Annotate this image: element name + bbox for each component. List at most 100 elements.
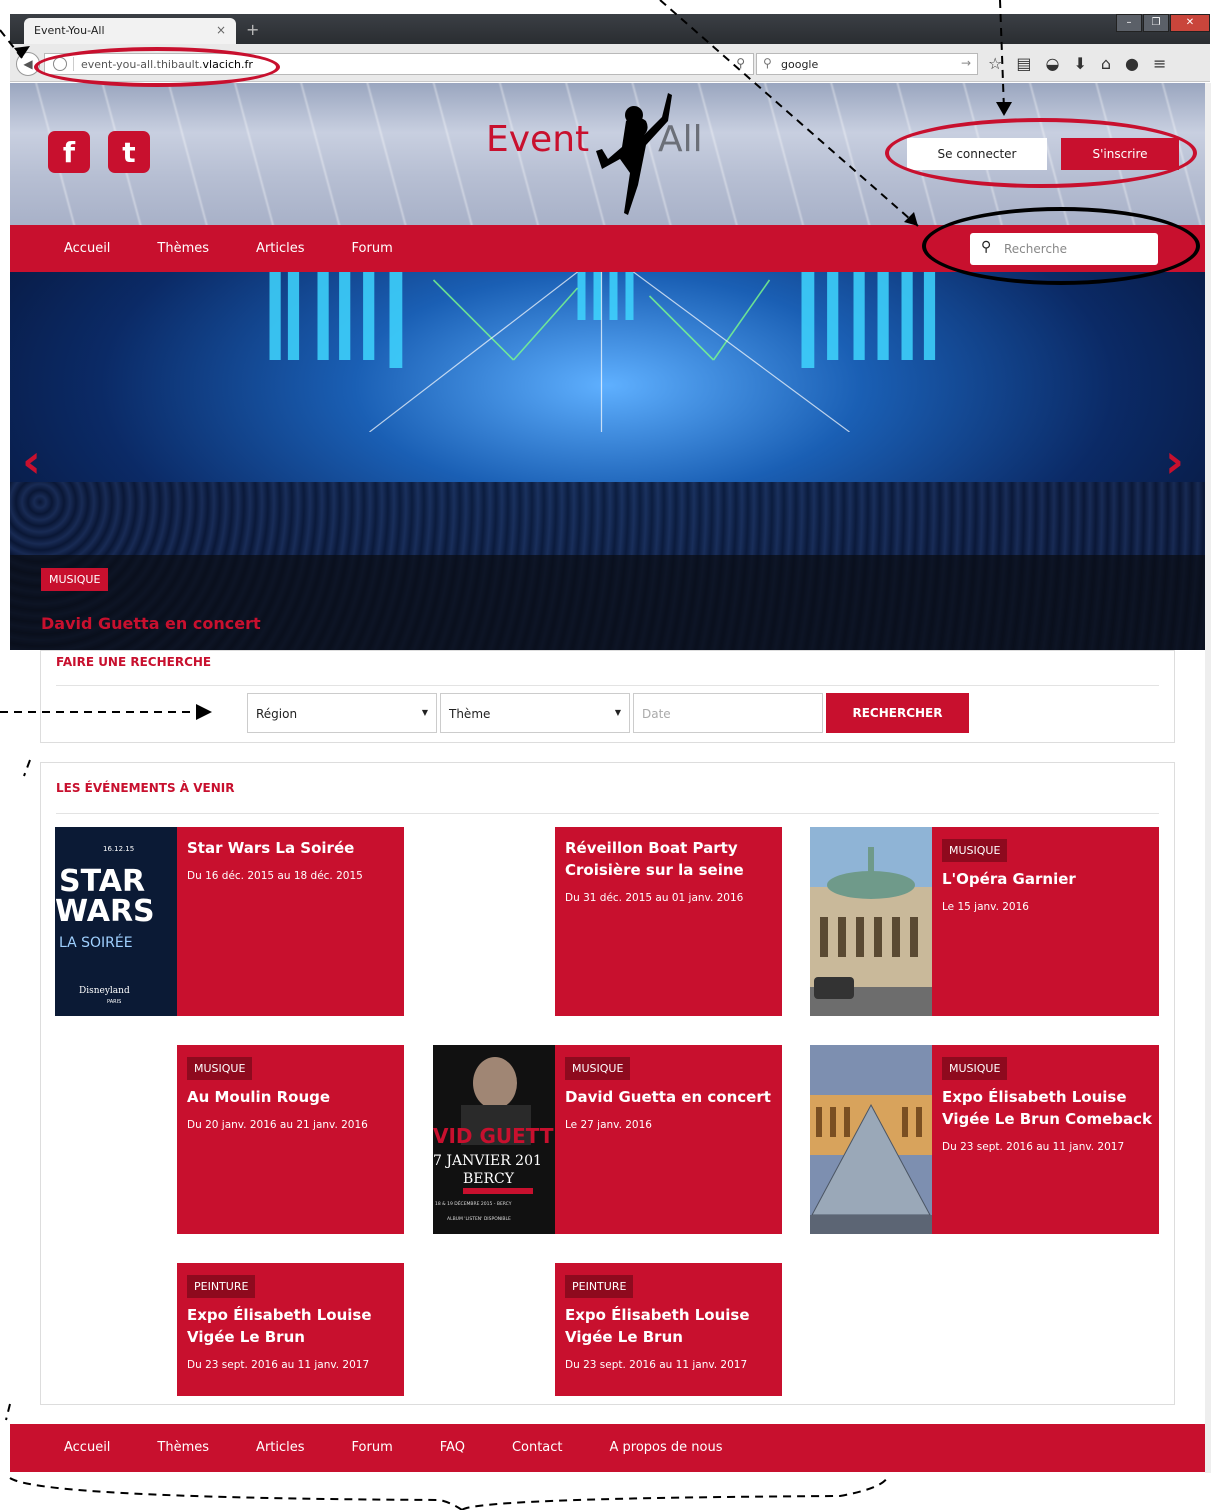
divider — [56, 813, 1159, 814]
pocket-icon[interactable]: ◒ — [1045, 54, 1059, 73]
stage-lights — [269, 272, 936, 432]
footer-item-about[interactable]: A propos de nous — [610, 1440, 723, 1455]
browser-toolbar: ◀ event-you-all.thibault.vlacich.fr ⚲ ⚲ … — [10, 44, 1210, 82]
browser-tab[interactable]: Event-You-All × — [24, 18, 236, 44]
menu-icon[interactable]: ≡ — [1153, 54, 1166, 73]
restore-icon[interactable]: ❐ — [1143, 14, 1169, 32]
home-icon[interactable]: ⌂ — [1101, 54, 1111, 73]
social-links: f t — [48, 131, 150, 173]
footer-nav: Accueil Thèmes Articles Forum FAQ Contac… — [10, 1424, 1205, 1472]
slide-caption — [10, 555, 1205, 650]
chevron-right-icon[interactable]: › — [1165, 434, 1195, 488]
event-dates: Du 23 sept. 2016 au 11 janv. 2017 — [942, 1141, 1125, 1153]
event-dates: Du 31 déc. 2015 au 01 janv. 2016 — [565, 892, 744, 904]
opera-garnier-photo — [810, 827, 932, 1016]
search-go-icon[interactable]: → — [961, 56, 971, 70]
nav-item-themes[interactable]: Thèmes — [157, 241, 209, 256]
david-guetta-poster: VID GUETT 7 JANVIER 201 BERCY 18 & 19 DÉ… — [433, 1045, 555, 1234]
event-category-badge[interactable]: PEINTURE — [565, 1275, 634, 1298]
event-dates: Du 16 déc. 2015 au 18 déc. 2015 — [187, 870, 363, 882]
footer-item-accueil[interactable]: Accueil — [64, 1440, 110, 1455]
event-card-moulin-rouge[interactable]: MUSIQUE Au Moulin Rouge Du 20 janv. 2016… — [177, 1045, 404, 1234]
event-category-badge[interactable]: PEINTURE — [187, 1275, 256, 1298]
footer-item-articles[interactable]: Articles — [256, 1440, 304, 1455]
poster-subtitle: LA SOIRÉE — [59, 934, 133, 951]
footer-item-faq[interactable]: FAQ — [440, 1440, 465, 1455]
event-card-opera[interactable]: MUSIQUE L'Opéra Garnier Le 15 janv. 2016 — [932, 827, 1159, 1016]
site-logo[interactable]: Event All — [486, 93, 726, 219]
event-title: Expo Élisabeth Louise Vigée Le Brun — [565, 1306, 750, 1346]
poster-album-line: ALBUM 'LISTEN' DISPONIBLE — [447, 1216, 511, 1222]
search-button[interactable]: RECHERCHER — [826, 693, 969, 733]
site-search-input[interactable]: ⚲ Recherche — [970, 233, 1158, 265]
slide-title[interactable]: David Guetta en concert — [41, 614, 261, 633]
theme-select-value: Thème — [449, 707, 491, 721]
logo-text-left: Event — [486, 119, 590, 160]
chat-icon[interactable]: ● — [1125, 54, 1139, 73]
event-title: Star Wars La Soirée — [187, 839, 355, 857]
new-tab-icon[interactable]: + — [246, 20, 259, 39]
close-icon[interactable]: ✕ — [1170, 14, 1210, 32]
url-search-icon[interactable]: ⚲ — [736, 56, 745, 70]
close-tab-icon[interactable]: × — [216, 23, 226, 37]
region-select-value: Région — [256, 707, 298, 721]
event-card-reveillon[interactable]: Réveillon Boat Party Croisière sur la se… — [555, 827, 782, 1016]
louvre-pyramid-photo — [810, 1045, 932, 1234]
event-card-expo-2[interactable]: PEINTURE Expo Élisabeth Louise Vigée Le … — [555, 1263, 782, 1396]
hero-slider: ‹ › MUSIQUE David Guetta en concert — [10, 272, 1205, 650]
facebook-icon[interactable]: f — [48, 131, 90, 173]
browser-tab-bar: Event-You-All × + – ❐ ✕ — [10, 14, 1210, 44]
event-dates: Du 23 sept. 2016 au 11 janv. 2017 — [187, 1359, 370, 1371]
tab-title: Event-You-All — [34, 24, 105, 37]
event-category-badge[interactable]: MUSIQUE — [942, 839, 1008, 862]
url-separator — [73, 57, 74, 71]
url-bar[interactable]: event-you-all.thibault.vlacich.fr ⚲ — [44, 53, 754, 75]
event-title: Expo Élisabeth Louise Vigée Le Brun Come… — [942, 1088, 1152, 1128]
chevron-left-icon[interactable]: ‹ — [22, 434, 52, 488]
event-card-star-wars[interactable]: Star Wars La Soirée Du 16 déc. 2015 au 1… — [177, 827, 404, 1016]
event-card-expo-comeback[interactable]: MUSIQUE Expo Élisabeth Louise Vigée Le B… — [932, 1045, 1159, 1234]
event-thumbnail-star-wars[interactable]: 16.12.15 STAR WARS LA SOIRÉE Disneyland … — [55, 827, 177, 1016]
nav-item-forum[interactable]: Forum — [352, 241, 393, 256]
nav-item-accueil[interactable]: Accueil — [64, 241, 110, 256]
nav-item-articles[interactable]: Articles — [256, 241, 304, 256]
back-icon[interactable]: ◀ — [16, 52, 40, 76]
event-category-badge[interactable]: MUSIQUE — [942, 1057, 1008, 1080]
event-card-expo-1[interactable]: PEINTURE Expo Élisabeth Louise Vigée Le … — [177, 1263, 404, 1396]
theme-select[interactable]: Thème ▼ — [440, 693, 630, 733]
event-thumbnail-opera[interactable] — [810, 827, 932, 1016]
divider — [56, 685, 1159, 686]
auth-buttons: Se connecter S'inscrire — [907, 138, 1179, 170]
footer-item-contact[interactable]: Contact — [512, 1440, 563, 1455]
slide-category-badge[interactable]: MUSIQUE — [41, 568, 109, 591]
star-icon[interactable]: ☆ — [988, 54, 1002, 73]
event-title: Expo Élisabeth Louise Vigée Le Brun — [187, 1306, 372, 1346]
poster-artist: VID GUETT — [433, 1124, 554, 1148]
event-card-david-guetta[interactable]: MUSIQUE David Guetta en concert Le 27 ja… — [555, 1045, 782, 1234]
event-thumbnail-guetta[interactable]: VID GUETT 7 JANVIER 201 BERCY 18 & 19 DÉ… — [433, 1045, 555, 1234]
date-placeholder: Date — [642, 707, 671, 721]
date-input[interactable]: Date — [633, 693, 823, 733]
globe-icon — [53, 57, 67, 71]
url-prefix: event-you-all.thibault. — [81, 58, 203, 71]
event-thumbnail-louvre[interactable] — [810, 1045, 932, 1234]
browser-search-input[interactable]: ⚲ google → — [756, 53, 978, 75]
twitter-icon[interactable]: t — [108, 131, 150, 173]
main-nav: Accueil Thèmes Articles Forum ⚲ Recherch… — [10, 225, 1205, 272]
event-title: David Guetta en concert — [565, 1088, 771, 1106]
footer-item-forum[interactable]: Forum — [352, 1440, 393, 1455]
footer-item-themes[interactable]: Thèmes — [157, 1440, 209, 1455]
poster-date: 16.12.15 — [103, 845, 134, 853]
browser-search-value: google — [781, 58, 819, 71]
event-category-badge[interactable]: MUSIQUE — [187, 1057, 253, 1080]
login-button[interactable]: Se connecter — [907, 138, 1047, 170]
minimize-icon[interactable]: – — [1116, 14, 1142, 32]
reading-list-icon[interactable]: ▤ — [1016, 54, 1031, 73]
site-search-placeholder: Recherche — [1004, 242, 1068, 256]
events-panel-title: LES ÉVÉNEMENTS À VENIR — [56, 781, 235, 795]
event-category-badge[interactable]: MUSIQUE — [565, 1057, 631, 1080]
download-icon[interactable]: ⬇ — [1073, 54, 1086, 73]
signup-button[interactable]: S'inscrire — [1061, 138, 1179, 170]
region-select[interactable]: Région ▼ — [247, 693, 437, 733]
page-scrollbar[interactable] — [1205, 83, 1211, 1473]
